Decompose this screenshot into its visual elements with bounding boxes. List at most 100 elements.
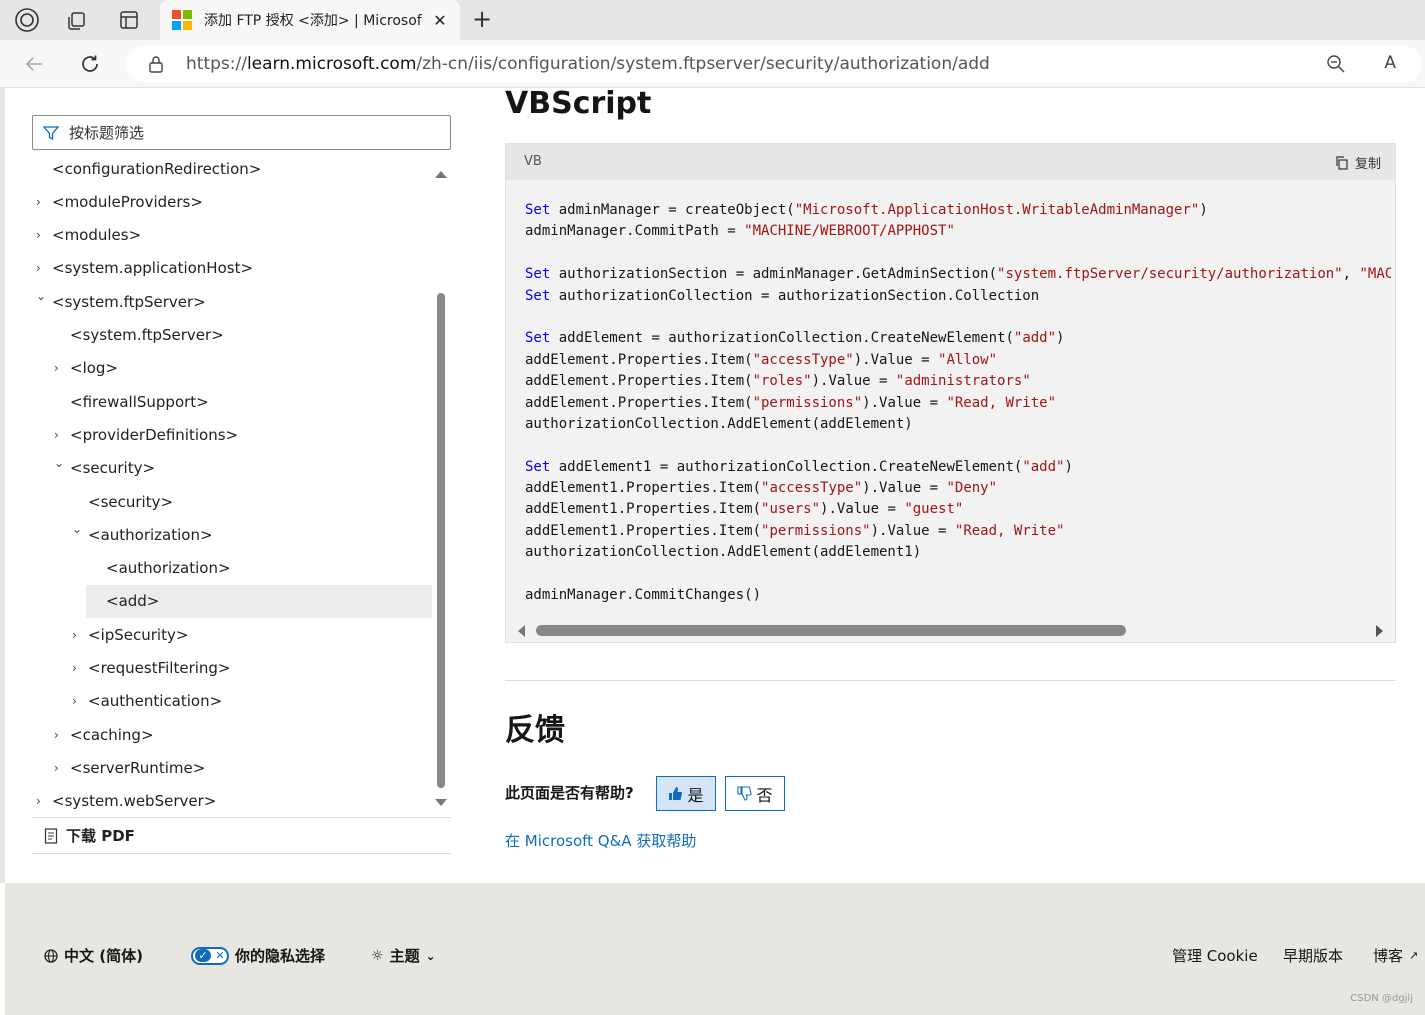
chevron-right-icon[interactable]: ›: [54, 428, 59, 442]
privacy-choices-link[interactable]: ✓ ✕ 你的隐私选择: [191, 945, 325, 966]
chevron-right-icon[interactable]: ›: [54, 728, 59, 742]
zoom-icon[interactable]: [1326, 54, 1346, 79]
yes-button[interactable]: 是: [656, 776, 716, 811]
scroll-up-icon[interactable]: [435, 171, 447, 178]
chevron-down-icon[interactable]: ⌄: [72, 522, 82, 536]
back-arrow-icon: [25, 57, 42, 71]
vbscript-heading: VBScript: [505, 86, 652, 121]
browser-profile-icon[interactable]: [14, 7, 40, 33]
code-string: "users": [761, 501, 821, 518]
code-string: "accessType": [761, 480, 863, 497]
scroll-down-icon[interactable]: [435, 799, 447, 806]
sidebar-item-label: <authorization>: [106, 559, 231, 578]
code-text: adminManager.CommitChanges(): [525, 587, 762, 604]
sidebar-item[interactable]: › <caching>: [54, 718, 154, 751]
sidebar-item-label: <configurationRedirection>: [52, 159, 262, 178]
sidebar-item[interactable]: ⌄ <authorization>: [72, 518, 213, 551]
sidebar-scrollbar[interactable]: [432, 165, 448, 810]
sidebar-item[interactable]: <system.ftpServer>: [70, 319, 224, 352]
code-line: addElement.Properties.Item("accessType")…: [525, 350, 1391, 371]
code-text: adminManager.CommitPath =: [525, 223, 745, 240]
code-line: addElement.Properties.Item("roles").Valu…: [525, 371, 1391, 392]
external-link-icon: ↗: [1409, 949, 1419, 962]
sidebar-item[interactable]: › <serverRuntime>: [54, 751, 205, 784]
active-tab[interactable]: 添加 FTP 授权 <添加> | Microsof ✕: [160, 0, 460, 40]
sidebar-item-label: <system.ftpServer>: [52, 292, 206, 311]
qa-help-link[interactable]: 在 Microsoft Q&A 获取帮助: [505, 830, 696, 851]
sidebar-item[interactable]: › <moduleProviders>: [36, 185, 203, 218]
tab-title: 添加 FTP 授权 <添加> | Microsof: [204, 13, 422, 29]
sidebar-item[interactable]: <authorization>: [106, 552, 231, 585]
sidebar-item[interactable]: › <system.applicationHost>: [36, 252, 253, 285]
lock-icon[interactable]: [148, 55, 164, 78]
chevron-right-icon[interactable]: ›: [54, 361, 59, 375]
new-tab-button[interactable]: +: [468, 6, 496, 34]
no-button[interactable]: 否: [725, 776, 785, 811]
code-keyword: Set: [525, 202, 551, 218]
sidebar-item[interactable]: › <system.webServer>: [36, 785, 216, 817]
microsoft-logo-icon: [172, 10, 192, 30]
filter-input[interactable]: 按标题筛选: [32, 115, 451, 150]
code-string: "MACHINE/WEBROOT/APPHOST": [744, 223, 955, 240]
chevron-right-icon[interactable]: ›: [36, 228, 41, 242]
download-pdf-link[interactable]: 下载 PDF: [32, 817, 451, 854]
sidebar-item[interactable]: <firewallSupport>: [70, 385, 209, 418]
sidebar-item[interactable]: <add>: [86, 584, 432, 618]
read-aloud-icon[interactable]: A: [1384, 53, 1396, 73]
filter-placeholder: 按标题筛选: [69, 124, 145, 142]
sidebar-item-label: <authorization>: [88, 525, 213, 544]
chevron-right-icon[interactable]: ›: [72, 694, 77, 708]
chevron-right-icon[interactable]: ›: [36, 261, 41, 275]
code-text: authorizationCollection = authorizationS…: [550, 287, 1040, 304]
collections-icon[interactable]: [64, 7, 90, 33]
sidebar-item[interactable]: <security>: [88, 485, 173, 518]
chevron-right-icon[interactable]: ›: [72, 628, 77, 642]
sidebar-item[interactable]: › <modules>: [36, 219, 141, 252]
copy-label: 复制: [1354, 157, 1381, 172]
code-line: adminManager.CommitPath = "MACHINE/WEBRO…: [525, 221, 1391, 242]
previous-versions-link[interactable]: 早期版本: [1283, 945, 1343, 966]
url-host: learn.microsoft.com: [246, 54, 417, 74]
code-text: addElement = authorizationCollection.Cre…: [550, 330, 1014, 347]
chevron-right-icon[interactable]: ›: [36, 794, 41, 808]
copy-button[interactable]: 复制: [1335, 153, 1381, 172]
chevron-down-icon[interactable]: ⌄: [54, 456, 64, 470]
sidebar-item[interactable]: ⌄ <security>: [54, 452, 155, 485]
code-header: VB 复制: [506, 144, 1395, 180]
tab-close-icon[interactable]: ✕: [430, 11, 450, 30]
refresh-button[interactable]: [76, 50, 104, 78]
code-scrollbar-thumb[interactable]: [536, 625, 1126, 636]
scrollbar-thumb[interactable]: [437, 293, 445, 788]
sidebar-item[interactable]: › <log>: [54, 352, 118, 385]
sidebar-item[interactable]: › <providerDefinitions>: [54, 418, 238, 451]
code-text: addElement1 = authorizationCollection.Cr…: [550, 458, 1023, 475]
sidebar-item[interactable]: › <authentication>: [72, 685, 222, 718]
chevron-down-icon[interactable]: ⌄: [36, 289, 46, 303]
blog-link[interactable]: 博客 ↗: [1373, 945, 1418, 966]
url-field[interactable]: https://learn.microsoft.com/zh-cn/iis/co…: [126, 46, 1422, 82]
code-horizontal-scrollbar[interactable]: [506, 620, 1395, 642]
chevron-right-icon[interactable]: ›: [72, 661, 77, 675]
chevron-right-icon[interactable]: ›: [36, 195, 41, 209]
sidebar-item-label: <caching>: [70, 725, 154, 744]
language-selector[interactable]: 中文 (简体): [44, 945, 143, 966]
back-button[interactable]: [20, 50, 48, 78]
tab-actions-icon[interactable]: [116, 7, 142, 33]
code-text: addElement.Properties.Item(: [525, 351, 753, 368]
theme-selector[interactable]: ☼ 主题 ⌄: [371, 945, 436, 966]
code-text: ).Value =: [870, 522, 955, 539]
code-string: "administrators": [895, 373, 1031, 390]
sidebar-item[interactable]: › <requestFiltering>: [72, 652, 231, 685]
thumbs-up-icon: [669, 787, 683, 801]
chevron-right-icon[interactable]: ›: [54, 761, 59, 775]
sidebar-item[interactable]: ⌄ <system.ftpServer>: [36, 285, 206, 318]
manage-cookie-link[interactable]: 管理 Cookie: [1172, 945, 1258, 966]
scroll-right-icon[interactable]: [1376, 625, 1383, 637]
refresh-icon: [82, 55, 98, 72]
sidebar-item[interactable]: › <ipSecurity>: [72, 618, 188, 651]
code-text: addElement1.Properties.Item(: [525, 480, 762, 497]
scroll-left-icon[interactable]: [518, 625, 525, 637]
sidebar-item[interactable]: <configurationRedirection>: [52, 152, 261, 185]
